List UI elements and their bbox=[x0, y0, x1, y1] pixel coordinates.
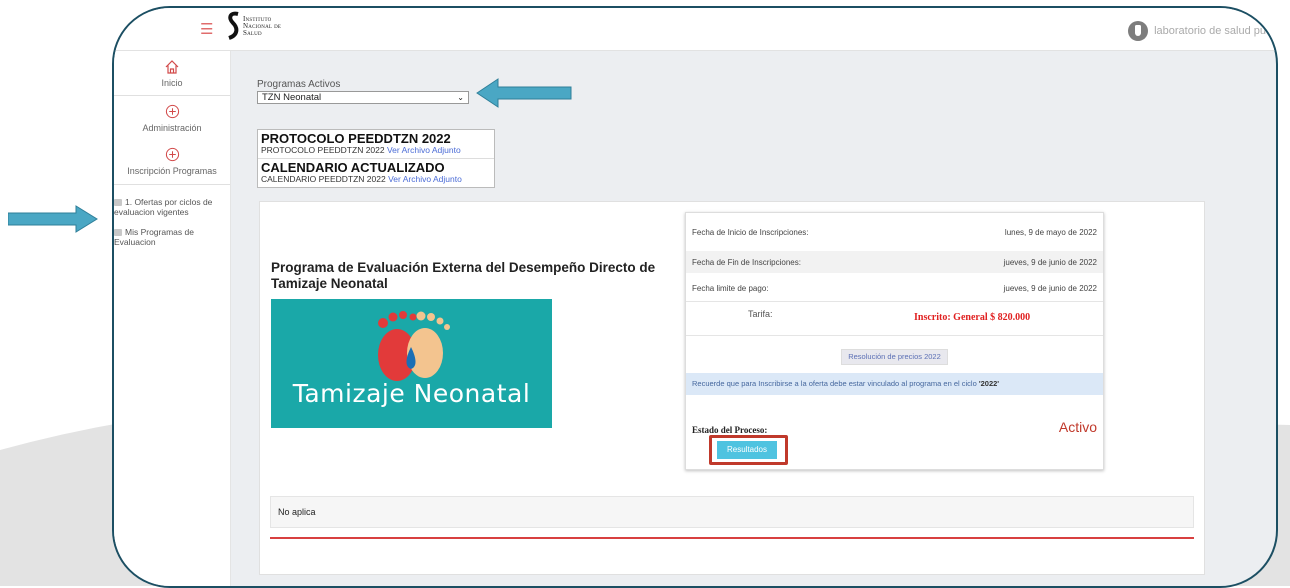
program-details-panel: Fecha de Inicio de Inscripciones: lunes,… bbox=[685, 212, 1104, 470]
user-name: laboratorio de salud pu bbox=[1154, 25, 1266, 37]
detail-label: Fecha limite de pago: bbox=[692, 283, 769, 293]
detail-value: lunes, 9 de mayo de 2022 bbox=[1004, 227, 1097, 237]
document-name: CALENDARIO PEEDDTZN 2022 bbox=[261, 174, 386, 184]
plus-circle-icon bbox=[165, 147, 179, 162]
app-window: ☰ Instituto Nacional de Salud laboratori… bbox=[112, 6, 1278, 588]
ins-logo-icon bbox=[228, 11, 239, 40]
sidebar-link-label: Mis Programas de Evaluacion bbox=[114, 227, 194, 247]
sidebar-item-label: Administración bbox=[142, 123, 202, 133]
bar-chart-icon bbox=[114, 199, 122, 207]
user-avatar-icon bbox=[1128, 21, 1149, 41]
document-name: PROTOCOLO PEEDDTZN 2022 bbox=[261, 145, 385, 155]
detail-label: Fecha de Fin de Inscripciones: bbox=[692, 257, 801, 267]
sidebar-item-label: Inicio bbox=[161, 78, 183, 88]
process-status-value: Activo bbox=[1058, 419, 1097, 435]
price-resolution-button[interactable]: Resolución de precios 2022 bbox=[841, 349, 948, 365]
top-bar: ☰ Instituto Nacional de Salud laboratori… bbox=[114, 8, 1276, 51]
divider bbox=[686, 335, 1103, 336]
programs-select[interactable]: TZN Neonatal ⌄ bbox=[257, 91, 469, 104]
logo-line: Salud bbox=[243, 28, 262, 37]
no-aplica-row: No aplica bbox=[270, 496, 1194, 528]
home-icon bbox=[165, 60, 179, 74]
document-item: CALENDARIO ACTUALIZADO CALENDARIO PEEDDT… bbox=[258, 158, 494, 187]
program-banner: Tamizaje Neonatal bbox=[271, 299, 552, 428]
notice-cycle: '2022' bbox=[978, 379, 1000, 388]
sidebar-item-label: Inscripción Programas bbox=[127, 166, 217, 176]
logo: Instituto Nacional de Salud bbox=[228, 11, 281, 41]
results-highlight: Resultados bbox=[709, 435, 788, 465]
sidebar-item-inicio[interactable]: Inicio bbox=[114, 51, 230, 95]
detail-row: Fecha limite de pago: jueves, 9 de junio… bbox=[686, 277, 1103, 299]
document-item: PROTOCOLO PEEDDTZN 2022 PROTOCOLO PEEDDT… bbox=[258, 130, 494, 158]
program-card: Programa de Evaluación Externa del Desem… bbox=[259, 201, 1205, 575]
detail-value: jueves, 9 de junio de 2022 bbox=[1003, 283, 1097, 293]
sidebar-link-label: 1. Ofertas por ciclos de evaluacion vige… bbox=[114, 197, 213, 217]
programs-select-value: TZN Neonatal bbox=[262, 92, 322, 103]
results-button[interactable]: Resultados bbox=[717, 441, 777, 459]
document-title: CALENDARIO ACTUALIZADO bbox=[261, 160, 445, 175]
detail-row: Fecha de Inicio de Inscripciones: lunes,… bbox=[686, 221, 1103, 243]
annotation-arrow-select bbox=[476, 78, 572, 108]
process-status-label: Estado del Proceso: bbox=[692, 425, 768, 435]
programs-label: Programas Activos bbox=[257, 79, 341, 90]
attachment-link[interactable]: Ver Archivo Adjunto bbox=[387, 145, 461, 155]
document-subtitle: PROTOCOLO PEEDDTZN 2022 Ver Archivo Adju… bbox=[261, 146, 491, 155]
menu-icon[interactable]: ☰ bbox=[200, 20, 213, 38]
annotation-arrow-left bbox=[8, 205, 98, 233]
banner-text: Tamizaje Neonatal bbox=[292, 379, 531, 408]
detail-row: Fecha de Fin de Inscripciones: jueves, 9… bbox=[686, 251, 1103, 273]
chevron-down-icon: ⌄ bbox=[457, 93, 464, 102]
sidebar-item-inscripcion[interactable]: Inscripción Programas bbox=[114, 139, 230, 184]
sidebar-item-administracion[interactable]: Administración bbox=[114, 96, 230, 139]
plus-circle-icon bbox=[165, 104, 179, 119]
document-subtitle: CALENDARIO PEEDDTZN 2022 Ver Archivo Adj… bbox=[261, 175, 491, 184]
notice-text: Recuerde que para Inscribirse a la ofert… bbox=[692, 379, 979, 388]
documents-box: PROTOCOLO PEEDDTZN 2022 PROTOCOLO PEEDDT… bbox=[257, 129, 495, 188]
divider bbox=[114, 184, 230, 185]
tarifa-value: Inscrito: General $ 820.000 bbox=[914, 312, 1031, 323]
document-title: PROTOCOLO PEEDDTZN 2022 bbox=[261, 131, 451, 146]
user-menu[interactable]: laboratorio de salud pu bbox=[1128, 21, 1266, 41]
program-title: Programa de Evaluación Externa del Desem… bbox=[271, 260, 656, 291]
sidebar-link-ofertas[interactable]: 1. Ofertas por ciclos de evaluacion vige… bbox=[114, 197, 224, 217]
main-content: Programas Activos TZN Neonatal ⌄ PROTOCO… bbox=[231, 51, 1276, 586]
detail-label: Fecha de Inicio de Inscripciones: bbox=[692, 227, 809, 237]
tarifa-label: Tarifa: bbox=[748, 309, 773, 319]
red-divider bbox=[270, 537, 1194, 539]
feet-logo-icon bbox=[378, 311, 450, 381]
detail-value: jueves, 9 de junio de 2022 bbox=[1003, 257, 1097, 267]
divider bbox=[686, 301, 1103, 302]
logo-text: Instituto Nacional de Salud bbox=[243, 15, 281, 37]
bar-chart-icon bbox=[114, 229, 122, 237]
sidebar: Inicio Administración Inscripción Progra… bbox=[114, 51, 231, 586]
attachment-link[interactable]: Ver Archivo Adjunto bbox=[388, 174, 462, 184]
sidebar-link-mis-programas[interactable]: Mis Programas de Evaluacion bbox=[114, 227, 214, 247]
enrollment-notice: Recuerde que para Inscribirse a la ofert… bbox=[686, 373, 1103, 395]
